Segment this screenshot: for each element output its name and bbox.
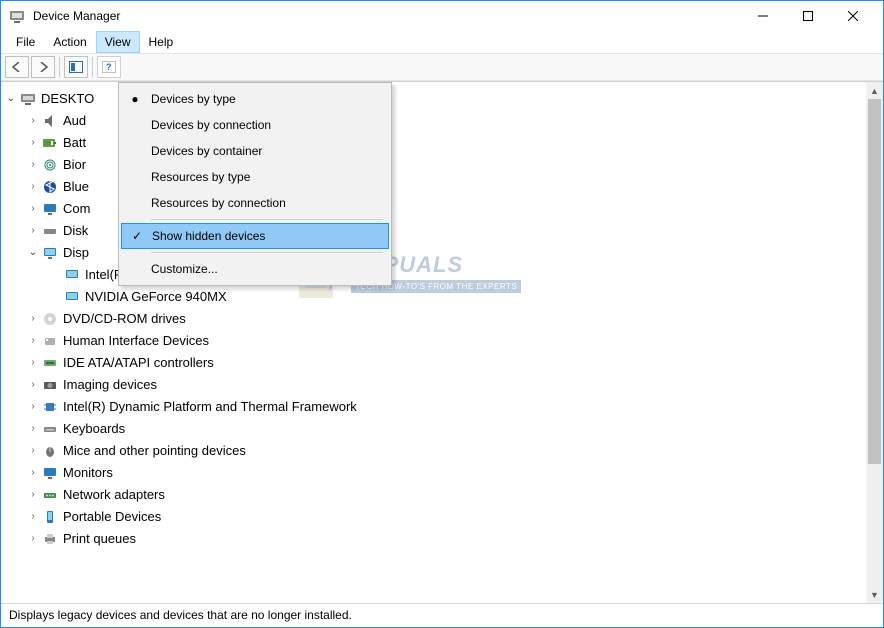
camera-icon [41, 377, 59, 393]
tree-item[interactable]: ›Keyboards [3, 418, 881, 440]
chevron-right-icon[interactable]: › [25, 352, 41, 374]
scroll-down-button[interactable]: ▼ [866, 586, 883, 603]
minimize-button[interactable] [740, 2, 785, 30]
display-adapter-icon [41, 245, 59, 261]
view-dropdown: ●Devices by type Devices by connection D… [118, 82, 392, 286]
chevron-right-icon[interactable]: › [25, 418, 41, 440]
chevron-right-icon[interactable]: › [25, 462, 41, 484]
menu-resources-by-type[interactable]: Resources by type [119, 164, 391, 190]
menu-devices-by-container[interactable]: Devices by container [119, 138, 391, 164]
tree-item[interactable]: ›DVD/CD-ROM drives [3, 308, 881, 330]
keyboard-icon [41, 421, 59, 437]
close-button[interactable] [830, 2, 875, 30]
gpu-icon [63, 267, 81, 283]
help-button[interactable]: ? [97, 56, 121, 78]
menu-customize[interactable]: Customize... [119, 256, 391, 282]
tree-root-label: DESKTO [41, 88, 94, 110]
portable-device-icon [41, 509, 59, 525]
title-bar: Device Manager [1, 1, 883, 31]
window-title: Device Manager [33, 9, 120, 23]
fingerprint-icon [41, 157, 59, 173]
status-text: Displays legacy devices and devices that… [9, 608, 352, 622]
chevron-right-icon[interactable]: › [25, 132, 41, 154]
svg-text:?: ? [106, 62, 112, 72]
chevron-down-icon[interactable]: ⌄ [3, 88, 19, 110]
menu-resources-by-connection[interactable]: Resources by connection [119, 190, 391, 216]
chevron-right-icon[interactable]: › [25, 440, 41, 462]
mouse-icon [41, 443, 59, 459]
chevron-right-icon[interactable]: › [25, 396, 41, 418]
ide-icon [41, 355, 59, 371]
menu-bar: File Action View Help [1, 31, 883, 53]
computer-icon [19, 91, 37, 107]
menu-separator [151, 252, 383, 253]
chevron-right-icon[interactable]: › [25, 154, 41, 176]
radio-dot-icon: ● [119, 92, 151, 106]
hid-icon [41, 333, 59, 349]
menu-help[interactable]: Help [140, 31, 183, 53]
tree-item[interactable]: ›Intel(R) Dynamic Platform and Thermal F… [3, 396, 881, 418]
show-hide-console-button[interactable] [64, 56, 88, 78]
chip-icon [41, 399, 59, 415]
menu-file[interactable]: File [7, 31, 44, 53]
tree-item[interactable]: ›Imaging devices [3, 374, 881, 396]
chevron-right-icon[interactable]: › [25, 374, 41, 396]
tree-item[interactable]: ›IDE ATA/ATAPI controllers [3, 352, 881, 374]
chevron-right-icon[interactable]: › [25, 308, 41, 330]
tree-item[interactable]: ›Mice and other pointing devices [3, 440, 881, 462]
monitor-icon [41, 465, 59, 481]
speaker-icon [41, 113, 59, 129]
network-icon [41, 487, 59, 503]
content-area: APPUALS TECH HOW-TO'S FROM THE EXPERTS ⌄… [1, 81, 883, 603]
menu-view[interactable]: View [96, 31, 140, 53]
chevron-right-icon[interactable]: › [25, 110, 41, 132]
chevron-down-icon[interactable]: ⌄ [25, 242, 41, 264]
app-icon [9, 8, 25, 24]
tree-item[interactable]: ›Human Interface Devices [3, 330, 881, 352]
printer-icon [41, 531, 59, 547]
bluetooth-icon [41, 179, 59, 195]
maximize-button[interactable] [785, 2, 830, 30]
menu-devices-by-connection[interactable]: Devices by connection [119, 112, 391, 138]
monitor-icon [41, 201, 59, 217]
chevron-right-icon[interactable]: › [25, 330, 41, 352]
check-icon: ✓ [122, 229, 152, 243]
menu-devices-by-type[interactable]: ●Devices by type [119, 86, 391, 112]
battery-icon [41, 135, 59, 151]
disk-icon [41, 223, 59, 239]
chevron-right-icon[interactable]: › [25, 528, 41, 550]
back-button[interactable] [5, 56, 29, 78]
scrollbar-thumb[interactable] [868, 99, 881, 464]
menu-action[interactable]: Action [44, 31, 95, 53]
vertical-scrollbar[interactable]: ▲ ▼ [866, 82, 883, 603]
menu-show-hidden-devices[interactable]: ✓Show hidden devices [121, 223, 389, 249]
tree-item[interactable]: ›Portable Devices [3, 506, 881, 528]
status-bar: Displays legacy devices and devices that… [1, 603, 883, 626]
tree-item[interactable]: ›Print queues [3, 528, 881, 550]
tree-item[interactable]: ›Monitors [3, 462, 881, 484]
scroll-up-button[interactable]: ▲ [866, 82, 883, 99]
dvd-icon [41, 311, 59, 327]
chevron-right-icon[interactable]: › [25, 198, 41, 220]
tree-child[interactable]: NVIDIA GeForce 940MX [3, 286, 881, 308]
menu-separator [151, 219, 383, 220]
forward-button[interactable] [31, 56, 55, 78]
tree-item[interactable]: ›Network adapters [3, 484, 881, 506]
chevron-right-icon[interactable]: › [25, 220, 41, 242]
chevron-right-icon[interactable]: › [25, 176, 41, 198]
gpu-icon [63, 289, 81, 305]
chevron-right-icon[interactable]: › [25, 484, 41, 506]
toolbar: ? [1, 53, 883, 81]
scrollbar-track[interactable] [866, 99, 883, 586]
chevron-right-icon[interactable]: › [25, 506, 41, 528]
